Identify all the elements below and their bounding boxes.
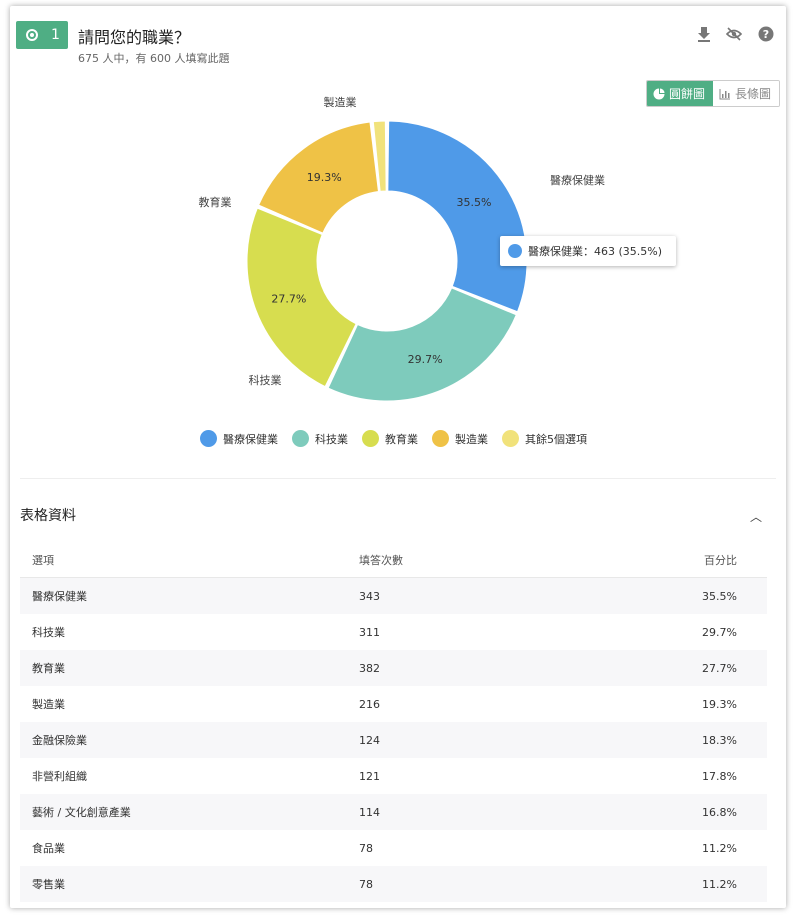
cell-percent: 11.2% [660, 866, 767, 902]
slice-percent-label: 19.3% [307, 171, 342, 184]
legend-label: 醫療保健業 [223, 432, 278, 446]
table-header-row: 選項 填答次數 百分比 [20, 543, 767, 578]
table-row: 教育業 382 27.7% [20, 650, 767, 686]
tooltip-text: 醫療保健業：463 (35.5%) [528, 245, 663, 258]
tooltip-swatch [508, 244, 522, 258]
legend-swatch [432, 430, 449, 447]
data-table: 選項 填答次數 百分比 醫療保健業 343 35.5% 科技業 311 29.7% 教育業 3… [20, 543, 767, 902]
cell-count: 114 [358, 794, 660, 830]
question-card: 1 請問您的職業？ 675 人中，有 600 人填寫此題 ? 圓餅圖 長條圖 3… [10, 6, 786, 908]
table-row: 食品業 78 11.2% [20, 830, 767, 866]
cell-count: 124 [358, 722, 660, 758]
table-row: 金融保險業 124 18.3% [20, 722, 767, 758]
cell-option: 科技業 [32, 626, 65, 639]
cell-percent: 16.8% [660, 794, 767, 830]
cell-percent: 17.8% [702, 769, 737, 783]
cell-option: 食品業 [32, 842, 65, 855]
header-option: 選項 [20, 543, 358, 578]
cell-percent: 27.7% [660, 650, 767, 686]
pie-chart: 35.5% 醫療保健業 29.7% 科技業 27.7% 教育業 19.3% 製造業 [199, 95, 605, 402]
cell-percent: 35.5% [660, 577, 767, 614]
legend-label: 科技業 [315, 432, 348, 446]
cell-count: 216 [359, 697, 380, 711]
slice-category-label: 醫療保健業 [550, 173, 605, 187]
legend-swatch [200, 430, 217, 447]
divider [20, 478, 776, 479]
pie-slice[interactable] [387, 120, 528, 313]
slice-category-label: 製造業 [324, 95, 357, 109]
legend-item[interactable]: 醫療保健業 [200, 430, 278, 447]
cell-count: 121 [359, 769, 380, 783]
legend-label: 教育業 [385, 432, 418, 446]
table-row: 藝術 / 文化創意產業 114 16.8% [20, 794, 767, 830]
legend-label: 其餘5個選項 [525, 432, 587, 446]
cell-option: 零售業 [20, 866, 358, 902]
table-section-title: 表格資料 [20, 508, 76, 524]
cell-count: 311 [359, 625, 380, 639]
cell-option: 醫療保健業 [20, 577, 358, 614]
slice-percent-label: 27.7% [271, 292, 306, 305]
cell-percent: 19.3% [702, 697, 737, 711]
cell-count: 78 [358, 866, 660, 902]
table-row: 科技業 311 29.7% [20, 614, 767, 650]
table-row: 製造業 216 19.3% [20, 686, 767, 722]
pie-slice[interactable] [327, 287, 517, 402]
slice-category-label: 科技業 [249, 373, 282, 387]
cell-option: 教育業 [20, 650, 358, 686]
slice-percent-label: 35.5% [457, 196, 492, 209]
cell-count: 78 [359, 841, 373, 855]
header-percent: 百分比 [660, 543, 767, 578]
legend-swatch [502, 430, 519, 447]
chart-tooltip: 醫療保健業：463 (35.5%) [500, 236, 676, 266]
legend-item[interactable]: 其餘5個選項 [502, 430, 587, 447]
chart-legend: 醫療保健業 科技業 教育業 製造業 其餘5個選項 [200, 430, 587, 447]
legend-item[interactable]: 製造業 [432, 430, 488, 447]
cell-option: 金融保險業 [20, 722, 358, 758]
legend-label: 製造業 [455, 432, 488, 446]
legend-item[interactable]: 科技業 [292, 430, 348, 447]
slice-percent-label: 29.7% [408, 353, 443, 366]
legend-swatch [292, 430, 309, 447]
table-row: 非營利組織 121 17.8% [20, 758, 767, 794]
cell-percent: 18.3% [660, 722, 767, 758]
slice-category-label: 教育業 [199, 195, 232, 209]
table-row: 醫療保健業 343 35.5% [20, 577, 767, 614]
cell-option: 藝術 / 文化創意產業 [20, 794, 358, 830]
legend-item[interactable]: 教育業 [362, 430, 418, 447]
header-count: 填答次數 [358, 543, 660, 578]
cell-option: 非營利組織 [32, 770, 87, 783]
cell-count: 343 [358, 577, 660, 614]
table-row: 零售業 78 11.2% [20, 866, 767, 902]
chevron-up-icon[interactable]: ︿ [750, 508, 762, 525]
cell-count: 382 [358, 650, 660, 686]
cell-percent: 29.7% [702, 625, 737, 639]
cell-option: 製造業 [32, 698, 65, 711]
cell-percent: 11.2% [702, 841, 737, 855]
legend-swatch [362, 430, 379, 447]
